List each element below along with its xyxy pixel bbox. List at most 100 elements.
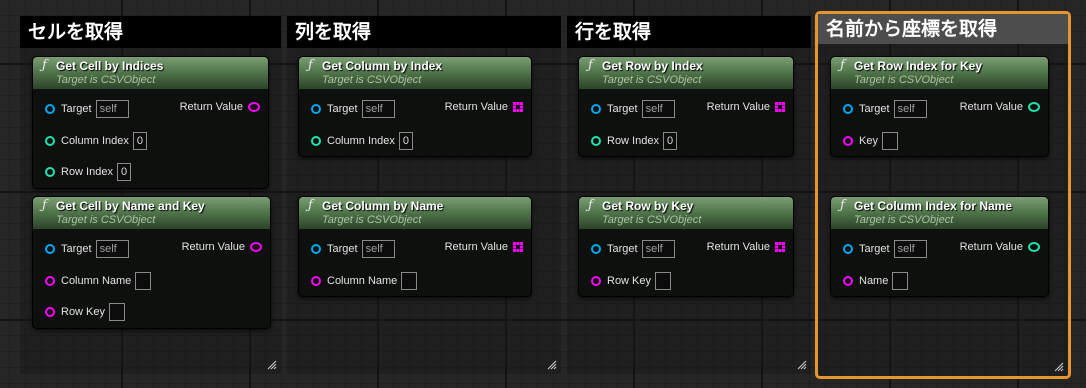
target-pin[interactable] bbox=[311, 244, 321, 254]
target-pin[interactable] bbox=[591, 104, 601, 114]
return-value-pin[interactable] bbox=[250, 242, 262, 252]
comment-title[interactable]: 行を取得 bbox=[567, 16, 811, 48]
node-get-row-by-index[interactable]: ƒ Get Row by Index Target is CSVObject T… bbox=[578, 56, 794, 157]
array-grid-icon[interactable] bbox=[775, 102, 785, 112]
target-field[interactable]: self bbox=[361, 240, 395, 258]
column-name-pin[interactable] bbox=[45, 276, 55, 286]
node-title: Get Column by Name bbox=[322, 199, 444, 213]
row-index-field[interactable]: 0 bbox=[116, 163, 132, 181]
key-pin[interactable] bbox=[843, 136, 853, 146]
node-header[interactable]: ƒ Get Column by Index Target is CSVObjec… bbox=[299, 57, 531, 89]
row-key-label: Row Key bbox=[607, 275, 652, 287]
row-key-field[interactable] bbox=[655, 272, 672, 290]
return-value-label: Return Value bbox=[179, 101, 243, 113]
node-subtitle: Target is CSVObject bbox=[854, 74, 954, 86]
target-field[interactable]: self bbox=[893, 100, 927, 118]
node-get-column-by-index[interactable]: ƒ Get Column by Index Target is CSVObjec… bbox=[298, 56, 532, 157]
node-header[interactable]: ƒ Get Row Index for Key Target is CSVObj… bbox=[831, 57, 1048, 89]
node-get-row-index-for-key[interactable]: ƒ Get Row Index for Key Target is CSVObj… bbox=[830, 56, 1049, 157]
column-name-field[interactable] bbox=[401, 272, 418, 290]
comment-title[interactable]: 名前から座標を取得 bbox=[818, 14, 1068, 44]
target-field[interactable]: self bbox=[641, 240, 675, 258]
resize-handle-icon[interactable] bbox=[797, 360, 807, 370]
target-pin[interactable] bbox=[591, 244, 601, 254]
node-title: Get Row by Key bbox=[602, 199, 694, 213]
target-field[interactable]: self bbox=[95, 100, 129, 118]
row-index-label: Row Index bbox=[607, 135, 659, 147]
row-key-pin[interactable] bbox=[591, 276, 601, 286]
resize-handle-icon[interactable] bbox=[547, 360, 557, 370]
function-icon: ƒ bbox=[840, 58, 845, 73]
row-index-pin[interactable] bbox=[45, 167, 55, 177]
name-label: Name bbox=[859, 275, 889, 287]
target-pin[interactable] bbox=[843, 244, 853, 254]
function-icon: ƒ bbox=[588, 198, 593, 213]
array-grid-icon[interactable] bbox=[775, 242, 785, 252]
target-field[interactable]: self bbox=[641, 100, 675, 118]
node-title: Get Cell by Indices bbox=[56, 59, 164, 73]
row-index-pin[interactable] bbox=[591, 136, 601, 146]
return-value-label: Return Value bbox=[181, 241, 245, 253]
node-subtitle: Target is CSVObject bbox=[56, 74, 156, 86]
column-name-pin[interactable] bbox=[311, 276, 321, 286]
node-header[interactable]: ƒ Get Row by Key Target is CSVObject bbox=[579, 197, 793, 229]
target-field[interactable]: self bbox=[893, 240, 927, 258]
target-pin[interactable] bbox=[45, 104, 55, 114]
node-header[interactable]: ƒ Get Cell by Name and Key Target is CSV… bbox=[33, 197, 270, 229]
target-label: Target bbox=[61, 243, 92, 255]
array-grid-icon[interactable] bbox=[513, 242, 523, 252]
node-get-cell-by-indices[interactable]: ƒ Get Cell by Indices Target is CSVObjec… bbox=[32, 56, 269, 189]
resize-handle-icon[interactable] bbox=[267, 360, 277, 370]
column-index-field[interactable]: 0 bbox=[398, 132, 413, 150]
node-subtitle: Target is CSVObject bbox=[602, 74, 702, 86]
node-header[interactable]: ƒ Get Column by Name Target is CSVObject bbox=[299, 197, 531, 229]
row-key-field[interactable] bbox=[109, 303, 126, 321]
column-name-label: Column Name bbox=[61, 275, 132, 287]
node-get-column-by-name[interactable]: ƒ Get Column by Name Target is CSVObject… bbox=[298, 196, 532, 297]
row-index-field[interactable]: 0 bbox=[662, 132, 678, 150]
node-get-row-by-key[interactable]: ƒ Get Row by Key Target is CSVObject Tar… bbox=[578, 196, 794, 297]
function-icon: ƒ bbox=[42, 58, 47, 73]
node-get-cell-by-name-and-key[interactable]: ƒ Get Cell by Name and Key Target is CSV… bbox=[32, 196, 271, 329]
key-field[interactable] bbox=[881, 132, 898, 150]
row-key-pin[interactable] bbox=[45, 307, 55, 317]
node-subtitle: Target is CSVObject bbox=[322, 214, 422, 226]
comment-title[interactable]: 列を取得 bbox=[287, 16, 561, 48]
node-subtitle: Target is CSVObject bbox=[854, 214, 954, 226]
node-header[interactable]: ƒ Get Row by Index Target is CSVObject bbox=[579, 57, 793, 89]
column-name-field[interactable] bbox=[135, 272, 152, 290]
column-index-label: Column Index bbox=[61, 135, 129, 147]
return-value-pin[interactable] bbox=[1028, 102, 1040, 112]
name-pin[interactable] bbox=[843, 276, 853, 286]
key-label: Key bbox=[859, 135, 878, 147]
function-icon: ƒ bbox=[308, 58, 313, 73]
node-get-column-index-for-name[interactable]: ƒ Get Column Index for Name Target is CS… bbox=[830, 196, 1049, 297]
return-value-label: Return Value bbox=[706, 241, 770, 253]
target-pin[interactable] bbox=[843, 104, 853, 114]
target-field[interactable]: self bbox=[95, 240, 129, 258]
target-label: Target bbox=[327, 103, 358, 115]
return-value-label: Return Value bbox=[444, 241, 508, 253]
comment-title[interactable]: セルを取得 bbox=[20, 16, 281, 48]
target-label: Target bbox=[607, 103, 638, 115]
column-index-pin[interactable] bbox=[311, 136, 321, 146]
name-field[interactable] bbox=[892, 272, 909, 290]
return-value-pin[interactable] bbox=[248, 102, 260, 112]
column-index-pin[interactable] bbox=[45, 136, 55, 146]
target-label: Target bbox=[327, 243, 358, 255]
target-label: Target bbox=[859, 103, 890, 115]
node-header[interactable]: ƒ Get Column Index for Name Target is CS… bbox=[831, 197, 1048, 229]
row-index-label: Row Index bbox=[61, 166, 113, 178]
array-grid-icon[interactable] bbox=[513, 102, 523, 112]
function-icon: ƒ bbox=[588, 58, 593, 73]
node-subtitle: Target is CSVObject bbox=[602, 214, 702, 226]
target-field[interactable]: self bbox=[361, 100, 395, 118]
column-index-field[interactable]: 0 bbox=[132, 132, 147, 150]
return-value-pin[interactable] bbox=[1028, 242, 1040, 252]
target-pin[interactable] bbox=[311, 104, 321, 114]
target-label: Target bbox=[607, 243, 638, 255]
target-pin[interactable] bbox=[45, 244, 55, 254]
node-header[interactable]: ƒ Get Cell by Indices Target is CSVObjec… bbox=[33, 57, 268, 89]
resize-handle-icon[interactable] bbox=[1054, 362, 1064, 372]
node-title: Get Column Index for Name bbox=[854, 199, 1013, 213]
